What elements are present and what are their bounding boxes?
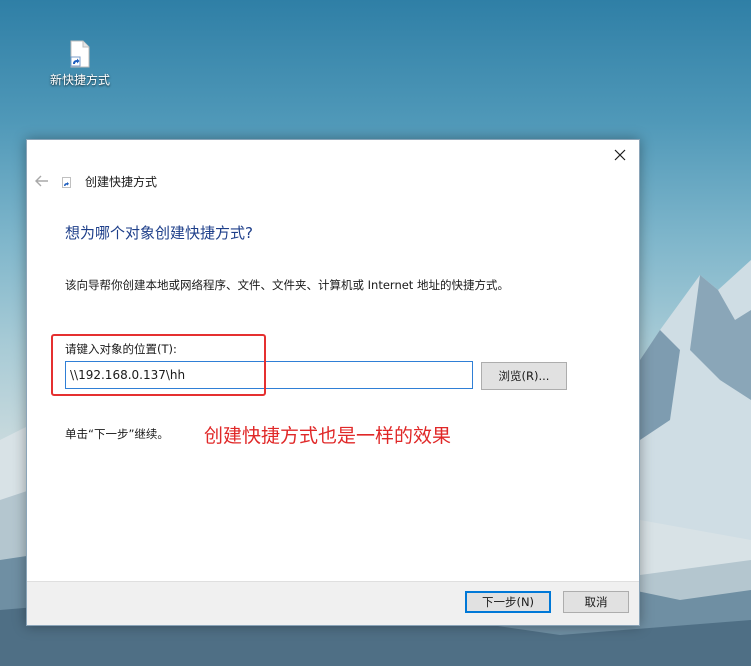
create-shortcut-dialog: 创建快捷方式 想为哪个对象创建快捷方式? 该向导帮你创建本地或网络程序、文件、文… — [26, 139, 640, 626]
highlight-box — [51, 334, 266, 396]
dialog-heading: 想为哪个对象创建快捷方式? — [65, 224, 253, 242]
annotation-text: 创建快捷方式也是一样的效果 — [204, 425, 452, 447]
back-arrow-icon — [35, 175, 48, 187]
back-button[interactable] — [33, 172, 51, 190]
cancel-button[interactable]: 取消 — [563, 591, 629, 613]
close-icon — [614, 149, 626, 161]
close-button[interactable] — [609, 144, 631, 166]
dialog-title: 创建快捷方式 — [85, 175, 158, 189]
desktop-shortcut[interactable]: 新快捷方式 — [44, 40, 116, 88]
next-hint: 单击“下一步”继续。 — [65, 427, 169, 441]
next-button[interactable]: 下一步(N) — [465, 591, 551, 613]
dialog-description: 该向导帮你创建本地或网络程序、文件、文件夹、计算机或 Internet 地址的快… — [65, 278, 509, 292]
browse-button[interactable]: 浏览(R)... — [481, 362, 567, 390]
shortcut-file-icon — [69, 40, 91, 68]
desktop-shortcut-label: 新快捷方式 — [49, 73, 110, 87]
shortcut-small-icon — [62, 177, 71, 188]
dialog-footer: 下一步(N) 取消 — [27, 581, 639, 625]
desktop: 新快捷方式 创建快捷方式 想为哪个对象创建快捷方式? 该向导帮你创建本地或网络程… — [0, 0, 751, 666]
